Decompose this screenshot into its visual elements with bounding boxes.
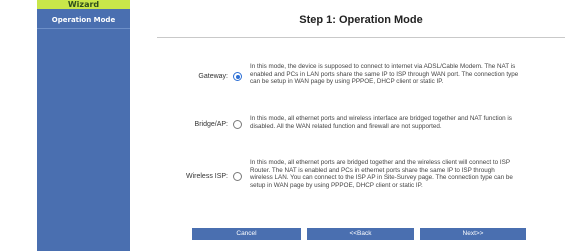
back-button[interactable]: <<Back: [307, 228, 414, 240]
next-button[interactable]: Next>>: [420, 228, 526, 240]
wireless-isp-description: In this mode, all ethernet ports are bri…: [250, 159, 513, 189]
bridge-ap-label: Bridge/AP:: [194, 121, 228, 128]
cancel-button[interactable]: Cancel: [192, 228, 301, 240]
title-divider: [157, 37, 565, 38]
gateway-label: Gateway:: [198, 73, 228, 80]
page-title: Step 1: Operation Mode: [299, 14, 423, 26]
wireless-isp-label: Wireless ISP:: [185, 173, 228, 180]
bridge-ap-radio[interactable]: [233, 120, 242, 129]
sidebar-header-wizard: Wizard: [37, 0, 130, 9]
sidebar-item-operation-mode[interactable]: Operation Mode: [37, 11, 130, 29]
gateway-description: In this mode, the device is supposed to …: [250, 63, 519, 85]
gateway-radio[interactable]: [233, 72, 242, 81]
wireless-isp-radio[interactable]: [233, 172, 242, 181]
bridge-ap-description: In this mode, all ethernet ports and wir…: [250, 115, 512, 130]
sidebar: Wizard Operation Mode: [37, 0, 130, 251]
